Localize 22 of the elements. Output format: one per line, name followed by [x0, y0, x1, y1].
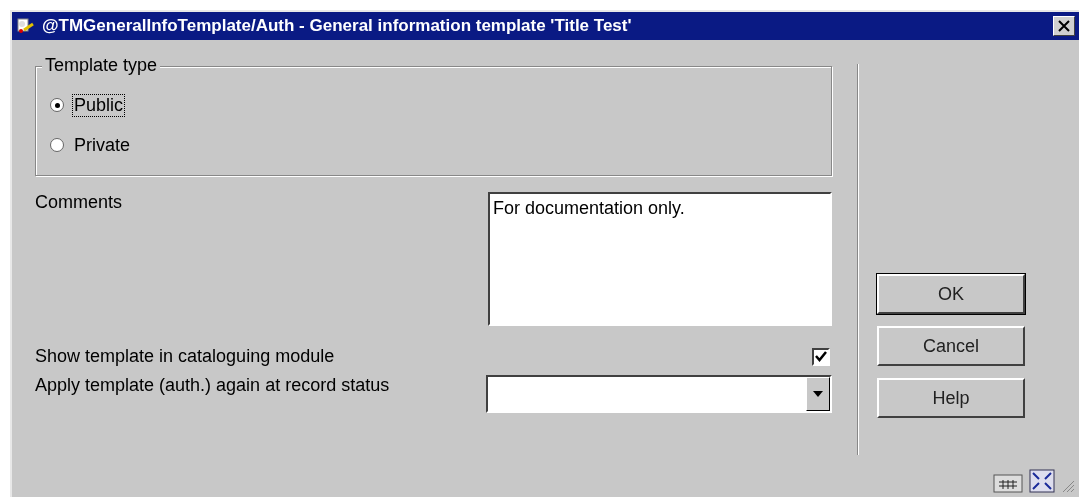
comments-label: Comments — [35, 192, 123, 214]
window-title: @TMGeneralInfoTemplate/Auth - General information template 'Title Test' — [42, 16, 633, 36]
dialog-button[interactable]: OK — [877, 274, 1025, 314]
radio-button[interactable] — [50, 138, 64, 152]
resize-grip-icon[interactable] — [1061, 479, 1075, 493]
keyboard-icon[interactable] — [993, 471, 1023, 493]
close-button[interactable] — [1053, 16, 1075, 36]
close-icon — [1058, 20, 1070, 32]
checkbox[interactable] — [812, 347, 830, 366]
checkbox-label: Show template in cataloguing module — [35, 346, 335, 367]
app-icon — [16, 16, 36, 36]
record-status-dropdown[interactable] — [486, 375, 832, 413]
group-legend: Template type — [42, 55, 161, 76]
field-label: Apply template (auth.) again at record status — [35, 375, 390, 396]
comments-field[interactable]: For documentation only. — [488, 192, 832, 326]
dialog-button[interactable]: Cancel — [877, 326, 1025, 366]
dialog-button[interactable]: Help — [877, 378, 1025, 418]
expand-icon[interactable] — [1029, 469, 1055, 493]
radio-button[interactable] — [50, 98, 64, 112]
radio-label[interactable]: Private — [72, 133, 133, 157]
radio-label[interactable]: Public — [72, 93, 126, 117]
caret-icon — [813, 391, 823, 397]
